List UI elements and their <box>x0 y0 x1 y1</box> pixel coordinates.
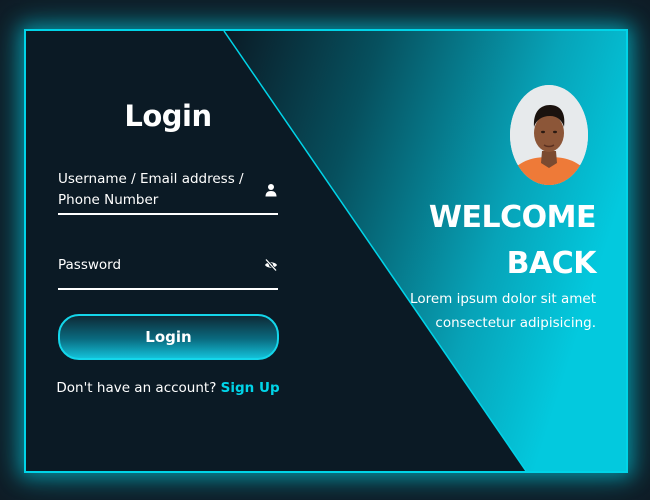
login-card: Login Username / Email address / Phone N… <box>24 29 628 473</box>
eye-slash-icon[interactable] <box>264 258 278 272</box>
welcome-subtitle: Lorem ipsum dolor sit amet consectetur a… <box>410 291 596 331</box>
welcome-line-1: WELCOME <box>428 200 597 235</box>
welcome-heading: WELCOME BACK <box>336 195 597 287</box>
avatar-portrait <box>510 85 588 185</box>
login-title: Login <box>124 99 212 133</box>
signup-link[interactable]: Sign Up <box>221 380 280 396</box>
password-field[interactable]: Password <box>58 256 278 290</box>
user-icon <box>265 184 277 197</box>
welcome-line-2: BACK <box>506 246 597 281</box>
username-label: Username / Email address / Phone Number <box>58 171 244 208</box>
signup-row: Don't have an account? Sign Up <box>26 380 310 396</box>
login-form: Login Username / Email address / Phone N… <box>26 31 306 471</box>
username-field[interactable]: Username / Email address / Phone Number <box>58 171 278 215</box>
avatar <box>510 85 588 185</box>
password-label: Password <box>58 257 122 273</box>
welcome-panel: WELCOME BACK Lorem ipsum dolor sit amet … <box>326 31 626 471</box>
signup-prompt: Don't have an account? <box>56 380 217 396</box>
login-button[interactable]: Login <box>58 314 279 360</box>
